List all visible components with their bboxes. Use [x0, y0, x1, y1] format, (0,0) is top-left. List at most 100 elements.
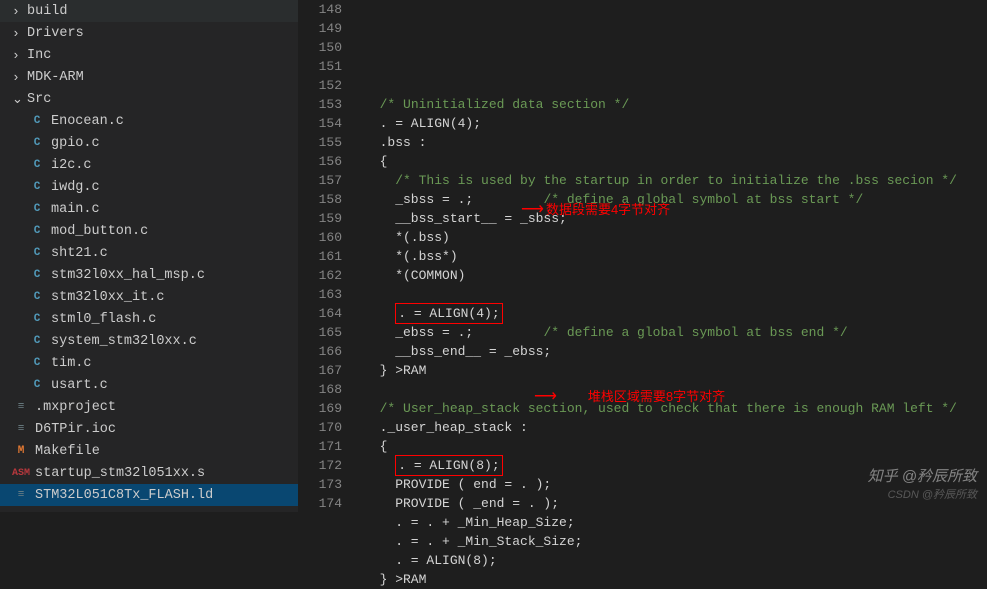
tree-item-label: i2c.c [51, 158, 92, 173]
line-number: 156 [298, 152, 342, 171]
file-item-system_stm32l0xx.c[interactable]: Csystem_stm32l0xx.c [0, 330, 298, 352]
line-number: 174 [298, 494, 342, 513]
tree-item-label: Drivers [27, 26, 84, 41]
code-editor[interactable]: 1481491501511521531541551561571581591601… [298, 0, 987, 512]
ld-file-icon: ≡ [12, 489, 30, 501]
chevron-right-icon: › [12, 26, 24, 41]
c-file-icon: C [28, 357, 46, 369]
file-item-sht21.c[interactable]: Csht21.c [0, 242, 298, 264]
file-item-.mxproject[interactable]: ≡ .mxproject [0, 396, 298, 418]
folder-item-drivers[interactable]: ›Drivers [0, 22, 298, 44]
code-line[interactable]: *(.bss) [364, 228, 987, 247]
arrow-right-icon: ⟶ [521, 200, 544, 219]
tree-item-label: .mxproject [35, 400, 116, 415]
line-number: 168 [298, 380, 342, 399]
code-line[interactable]: *(.bss*) [364, 247, 987, 266]
file-item-Enocean.c[interactable]: C Enocean.c [0, 110, 298, 132]
code-line[interactable]: ._user_heap_stack : [364, 418, 987, 437]
code-line[interactable]: } >RAM [364, 570, 987, 589]
line-number-gutter: 1481491501511521531541551561571581591601… [298, 0, 364, 512]
tree-item-label: iwdg.c [51, 180, 100, 195]
tree-item-label: startup_stm32l051xx.s [35, 466, 205, 481]
code-line[interactable]: { [364, 437, 987, 456]
line-number: 157 [298, 171, 342, 190]
tree-item-label: sht21.c [51, 246, 108, 261]
line-number: 150 [298, 38, 342, 57]
file-item-iwdg.c[interactable]: Ciwdg.c [0, 176, 298, 198]
file-item-i2c.c[interactable]: Ci2c.c [0, 154, 298, 176]
folder-item-src[interactable]: ⌄Src [0, 88, 298, 110]
code-line[interactable]: *(COMMON) [364, 266, 987, 285]
tree-item-label: Enocean.c [51, 114, 124, 129]
line-number: 153 [298, 95, 342, 114]
file-item-stm32l0xx_hal_msp.c[interactable]: Cstm32l0xx_hal_msp.c [0, 264, 298, 286]
code-line[interactable]: __bss_start__ = _sbss; [364, 209, 987, 228]
code-line[interactable] [364, 285, 987, 304]
file-item-D6TPir.ioc[interactable]: ≡D6TPir.ioc [0, 418, 298, 440]
line-number: 163 [298, 285, 342, 304]
code-content[interactable]: ⟶ 数据段需要4字节对齐 ⟶ 堆栈区域需要8字节对齐 /* Uninitiali… [364, 0, 987, 512]
make-file-icon: M [12, 445, 30, 457]
chevron-right-icon: › [12, 48, 24, 63]
code-line[interactable]: . = . + _Min_Heap_Size; [364, 513, 987, 532]
code-line[interactable]: _sbss = .; /* define a global symbol at … [364, 190, 987, 209]
line-number: 149 [298, 19, 342, 38]
code-line[interactable]: /* Uninitialized data section */ [364, 95, 987, 114]
c-file-icon: C [28, 115, 46, 127]
file-item-Makefile[interactable]: MMakefile [0, 440, 298, 462]
code-line[interactable]: /* This is used by the startup in order … [364, 171, 987, 190]
tree-item-label: Src [27, 92, 51, 107]
line-number: 162 [298, 266, 342, 285]
folder-item-mdk-arm[interactable]: ›MDK-ARM [0, 66, 298, 88]
line-number: 148 [298, 0, 342, 19]
file-item-STM32L051C8Tx_FLASH.ld[interactable]: ≡ STM32L051C8Tx_FLASH.ld [0, 484, 298, 506]
line-number: 165 [298, 323, 342, 342]
file-item-main.c[interactable]: Cmain.c [0, 198, 298, 220]
chevron-down-icon: ⌄ [12, 92, 24, 107]
file-item-stm32l0xx_it.c[interactable]: Cstm32l0xx_it.c [0, 286, 298, 308]
file-item-startup_stm32l051xx.s[interactable]: ASM startup_stm32l051xx.s [0, 462, 298, 484]
cfg-file-icon: ≡ [12, 401, 30, 413]
code-line[interactable]: . = ALIGN(8); [364, 551, 987, 570]
file-item-stml0_flash.c[interactable]: Cstml0_flash.c [0, 308, 298, 330]
code-line[interactable] [364, 76, 987, 95]
tree-item-label: STM32L051C8Tx_FLASH.ld [35, 488, 213, 503]
tree-item-label: main.c [51, 202, 100, 217]
file-item-mod_button.c[interactable]: Cmod_button.c [0, 220, 298, 242]
code-line[interactable]: . = . + _Min_Stack_Size; [364, 532, 987, 551]
tree-item-label: mod_button.c [51, 224, 148, 239]
line-number: 164 [298, 304, 342, 323]
tree-item-label: tim.c [51, 356, 92, 371]
code-line[interactable]: __bss_end__ = _ebss; [364, 342, 987, 361]
annotation-data-align: ⟶ 数据段需要4字节对齐 [521, 200, 670, 219]
cfg-file-icon: ≡ [12, 423, 30, 435]
tree-item-label: usart.c [51, 378, 108, 393]
line-number: 170 [298, 418, 342, 437]
code-line[interactable]: . = ALIGN(4); [364, 304, 987, 323]
asm-file-icon: ASM [12, 468, 30, 479]
line-number: 159 [298, 209, 342, 228]
tree-item-label: system_stm32l0xx.c [51, 334, 197, 349]
file-explorer-sidebar[interactable]: ›build›Drivers›Inc›MDK-ARM⌄SrcCEnocean.c… [0, 0, 298, 512]
annotation-text-1: 数据段需要4字节对齐 [546, 200, 670, 219]
annotation-text-2: 堆栈区域需要8字节对齐 [588, 387, 725, 406]
c-file-icon: C [28, 159, 46, 171]
watermark-sub: CSDN @矜辰所致 [868, 486, 977, 502]
line-number: 166 [298, 342, 342, 361]
c-file-icon: C [28, 379, 46, 391]
folder-item-build[interactable]: ›build [0, 0, 298, 22]
line-number: 155 [298, 133, 342, 152]
c-file-icon: C [28, 247, 46, 259]
code-line[interactable]: { [364, 152, 987, 171]
file-item-usart.c[interactable]: Cusart.c [0, 374, 298, 396]
tree-item-label: build [27, 4, 68, 19]
file-item-tim.c[interactable]: Ctim.c [0, 352, 298, 374]
code-line[interactable]: .bss : [364, 133, 987, 152]
code-line[interactable]: _ebss = .; /* define a global symbol at … [364, 323, 987, 342]
code-line[interactable]: . = ALIGN(4); [364, 114, 987, 133]
folder-item-inc[interactable]: ›Inc [0, 44, 298, 66]
line-number: 172 [298, 456, 342, 475]
c-file-icon: C [28, 269, 46, 281]
line-number: 160 [298, 228, 342, 247]
file-item-gpio.c[interactable]: Cgpio.c [0, 132, 298, 154]
